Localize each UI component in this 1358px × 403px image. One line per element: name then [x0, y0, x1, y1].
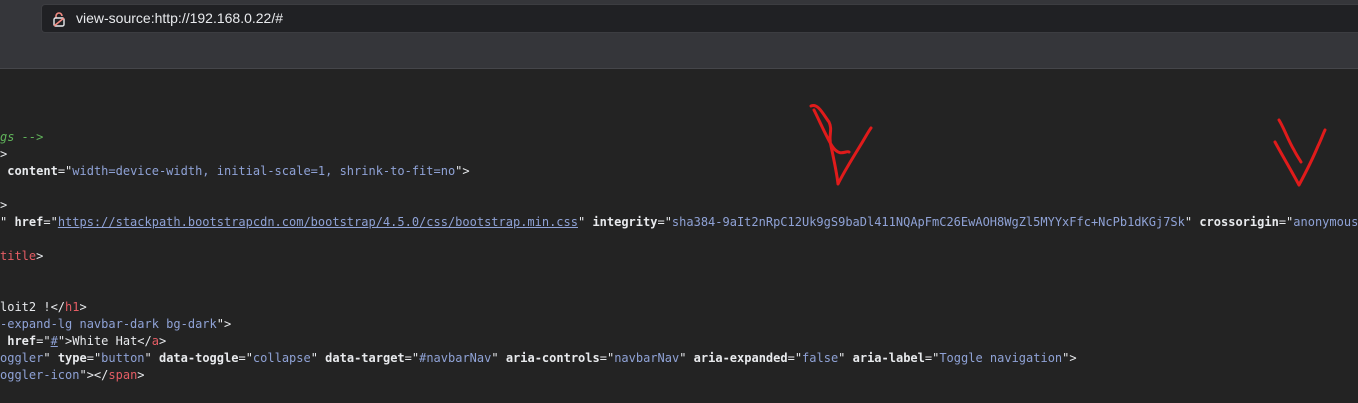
attr-name: crossorigin: [1199, 215, 1279, 229]
punct: >: [0, 147, 8, 161]
punct: =": [787, 351, 803, 365]
url-text[interactable]: view-source:http://192.168.0.22/#: [76, 10, 283, 26]
attr-value: anonymous: [1293, 215, 1358, 229]
punct: ": [310, 351, 326, 365]
source-line: loit2 !</h1>: [0, 299, 87, 316]
punct: ": [1184, 215, 1200, 229]
attr-name: type: [57, 351, 87, 365]
address-bar[interactable]: view-source:http://192.168.0.22/#: [41, 4, 1358, 33]
punct: >: [158, 334, 167, 348]
text-content: loit2 !</: [0, 300, 66, 314]
punct: ">: [455, 164, 470, 178]
attr-name: aria-controls: [505, 351, 600, 365]
source-line: oggler" type="button" data-toggle="colla…: [0, 350, 1077, 367]
punct: =": [238, 351, 253, 365]
attr-value: width=device-width, initial-scale=1, shr…: [72, 164, 456, 178]
punct: >: [36, 249, 44, 263]
punct: ": [491, 351, 506, 365]
attr-value: oggler: [0, 351, 44, 365]
attr-value: #navbarNav: [419, 351, 492, 365]
punct: ": [43, 351, 58, 365]
attr-name: aria-expanded: [693, 351, 788, 365]
text-content: "></: [79, 368, 109, 382]
tag-name: a: [151, 334, 159, 348]
punct: ">: [216, 317, 232, 331]
source-line: href="#">White Hat</a>: [0, 333, 166, 350]
stylesheet-link[interactable]: https://stackpath.bootstrapcdn.com/boots…: [58, 215, 578, 229]
punct: =": [43, 215, 58, 229]
source-line: oggler-icon"></span>: [0, 367, 145, 384]
punct: >: [137, 368, 145, 382]
punct: =": [36, 334, 51, 348]
attr-name: content: [7, 164, 58, 178]
punct: >: [0, 198, 8, 212]
attr-value: -expand-lg navbar-dark bg-dark: [0, 317, 217, 331]
tag-name: span: [108, 368, 138, 382]
source-line: content="width=device-width, initial-sca…: [0, 163, 470, 180]
punct: ": [577, 215, 593, 229]
attr-value: button: [101, 351, 145, 365]
comment-text: gs -->: [0, 130, 44, 144]
punct: =": [57, 164, 73, 178]
attr-value: oggler-icon: [0, 368, 80, 382]
attr-value: Toggle navigation: [939, 351, 1063, 365]
attr-name: data-toggle: [158, 351, 239, 365]
attr-value: false: [802, 351, 839, 365]
punct: >: [79, 300, 87, 314]
punct: =": [86, 351, 102, 365]
source-line: " href="https://stackpath.bootstrapcdn.c…: [0, 214, 1358, 231]
punct: =": [404, 351, 420, 365]
punct: =": [924, 351, 940, 365]
attr-value: sha384-9aIt2nRpC12Uk9gS9baDl411NQApFmC26…: [671, 215, 1185, 229]
tag-name: h1: [65, 300, 80, 314]
punct: =": [657, 215, 672, 229]
punct: ": [144, 351, 159, 365]
source-view[interactable]: gs --> > content="width=device-width, in…: [0, 69, 1358, 403]
source-line: -expand-lg navbar-dark bg-dark">: [0, 316, 231, 333]
punct: =": [599, 351, 615, 365]
browser-toolbar: view-source:http://192.168.0.22/#: [0, 0, 1358, 69]
source-line: title>: [0, 248, 43, 265]
attr-value: navbarNav: [614, 351, 680, 365]
source-line: gs -->: [0, 129, 43, 146]
punct: ": [0, 215, 15, 229]
attr-name: aria-label: [852, 351, 925, 365]
attr-name: href: [7, 334, 37, 348]
punct: ": [838, 351, 853, 365]
punct: ">: [1062, 351, 1077, 365]
anchor-link[interactable]: #: [51, 334, 58, 348]
attr-value: collapse: [252, 351, 311, 365]
insecure-lock-icon[interactable]: [51, 11, 67, 27]
source-line: >: [0, 146, 7, 163]
attr-name: data-target: [325, 351, 405, 365]
source-line: >: [0, 197, 7, 214]
text-content: ">White Hat</: [57, 334, 152, 348]
attr-name: href: [14, 215, 44, 229]
punct: ": [679, 351, 694, 365]
tag-name: title: [0, 249, 37, 263]
attr-name: integrity: [592, 215, 658, 229]
punct: =": [1278, 215, 1294, 229]
